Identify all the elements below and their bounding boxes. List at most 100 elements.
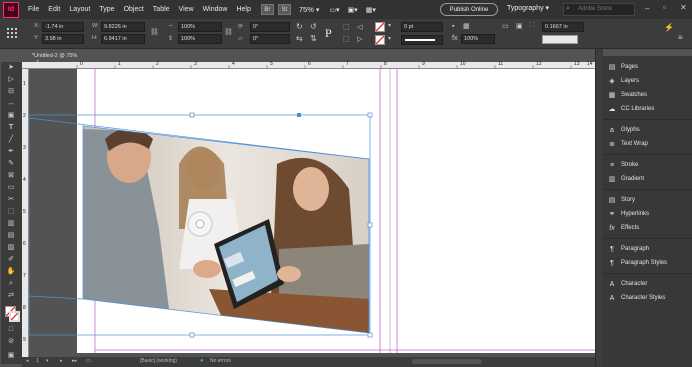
panel-character-styles[interactable]: A Character Styles — [607, 292, 666, 304]
zoom-tool-icon[interactable]: ⌕ — [6, 280, 16, 288]
vertical-ruler[interactable]: 1 2 3 4 5 6 7 8 9 — [22, 69, 29, 357]
panel-stroke[interactable]: ≡ Stroke — [607, 159, 638, 171]
panel-story[interactable]: ▤ Story — [607, 194, 635, 206]
close-icon[interactable]: ✕ — [680, 3, 687, 12]
first-page-icon[interactable]: ◂ — [26, 358, 29, 364]
eyedropper-tool-icon[interactable]: ✐ — [6, 256, 16, 264]
selection-handle[interactable] — [189, 332, 195, 338]
fill-dropdown-icon[interactable]: ▾ — [388, 22, 391, 29]
horizontal-ruler[interactable]: 0 1 2 3 4 5 6 7 8 9 10 11 12 13 14 — [22, 61, 595, 69]
stroke-swatch[interactable] — [375, 35, 385, 45]
menu-view[interactable]: View — [179, 6, 194, 13]
select-next-icon[interactable]: ▷ — [357, 35, 362, 43]
selection-handle[interactable] — [367, 332, 373, 338]
text-wrap-box-icon[interactable]: ▣ — [516, 22, 523, 30]
pen-tool-icon[interactable]: ✒ — [6, 148, 16, 156]
menu-file[interactable]: File — [28, 6, 39, 13]
maximize-icon[interactable]: ▫ — [663, 3, 666, 12]
reference-value-field[interactable]: 0.1667 in — [542, 22, 584, 32]
rectangle-tool-icon[interactable]: ▭ — [6, 184, 16, 192]
publish-online-button[interactable]: Publish Online — [440, 3, 498, 16]
selection-tool-icon[interactable]: ➤ — [6, 64, 16, 72]
free-transform-tool-icon[interactable]: ⬚ — [6, 208, 16, 216]
default-colors-icon[interactable]: ⇄ — [6, 292, 16, 300]
menu-window[interactable]: Window — [203, 6, 228, 13]
open-in-window-icon[interactable]: ▭ — [86, 358, 91, 364]
select-content-icon[interactable]: ⬚ — [343, 35, 350, 43]
select-previous-icon[interactable]: ◁ — [357, 23, 362, 31]
reference-p-icon[interactable]: P — [325, 26, 332, 41]
object-style-icon[interactable]: ▦ — [463, 22, 470, 30]
menu-table[interactable]: Table — [153, 6, 170, 13]
stroke-dropdown-icon[interactable]: ▾ — [388, 35, 391, 42]
auto-fit-icon[interactable]: ⛶ — [530, 22, 535, 30]
effects-fx-icon[interactable]: fx — [452, 35, 457, 42]
zoom-dropdown-icon[interactable]: ▾ — [316, 6, 320, 14]
panel-swatches[interactable]: ▦ Swatches — [607, 89, 647, 101]
gradient-swatch-tool-icon[interactable]: ▥ — [6, 220, 16, 228]
page-number[interactable]: 1 — [36, 358, 39, 364]
stroke-color-icon[interactable] — [9, 311, 20, 322]
type-tool-icon[interactable]: T — [6, 124, 16, 132]
apply-none-icon[interactable]: ⊘ — [6, 338, 16, 346]
page-dropdown-icon[interactable]: ▾ — [46, 358, 49, 364]
document-canvas[interactable] — [29, 69, 595, 353]
constrain-proportions-icon[interactable]: ⛓ — [150, 28, 159, 36]
selection-handle[interactable] — [367, 112, 373, 118]
zoom-level[interactable]: 75% — [299, 5, 314, 14]
screen-mode-tool-icon[interactable]: ▣ — [6, 352, 16, 360]
panel-glyphs[interactable]: a Glyphs — [607, 124, 640, 136]
last-page-icon[interactable]: ▸▸ — [72, 358, 77, 364]
y-field[interactable]: 3.98 in — [42, 34, 84, 44]
content-collector-icon[interactable]: ▣ — [6, 112, 16, 120]
scissors-tool-icon[interactable]: ✂ — [6, 196, 16, 204]
screen-mode-icon[interactable]: ▣▾ — [348, 6, 358, 14]
select-container-icon[interactable]: ⬚ — [343, 23, 350, 31]
gradient-feather-tool-icon[interactable]: ▤ — [6, 232, 16, 240]
preview-swatch[interactable] — [542, 35, 578, 44]
panel-character[interactable]: A Character — [607, 278, 648, 290]
minimize-icon[interactable]: – — [645, 4, 649, 13]
stroke-weight-field[interactable]: 0 pt — [401, 22, 443, 32]
opacity-field[interactable]: 100% — [461, 34, 495, 44]
content-grabber-center[interactable] — [195, 219, 205, 229]
flip-horizontal-icon[interactable]: ⇆ — [296, 34, 303, 43]
horizontal-scrollbar[interactable] — [412, 359, 482, 364]
next-page-icon[interactable]: ▸ — [60, 358, 63, 364]
h-field[interactable]: 6.9417 in — [101, 34, 145, 44]
drop-shadow-icon[interactable]: ▪ — [452, 23, 454, 30]
panel-text-wrap[interactable]: ≣ Text Wrap — [607, 138, 648, 150]
pencil-tool-icon[interactable]: ✎ — [6, 160, 16, 168]
bridge-button[interactable]: Br — [260, 4, 274, 15]
panel-cc-libraries[interactable]: ☁ CC Libraries — [607, 103, 655, 115]
text-wrap-none-icon[interactable]: ▭ — [502, 22, 509, 30]
menu-layout[interactable]: Layout — [69, 6, 90, 13]
gap-tool-icon[interactable]: ↔ — [6, 100, 16, 108]
selection-handle[interactable] — [189, 112, 195, 118]
view-options-icon[interactable]: ▭▾ — [329, 6, 339, 14]
workspace-switcher[interactable]: Typography ▾ — [507, 4, 549, 12]
panel-effects[interactable]: fx Effects — [607, 222, 639, 234]
quick-apply-icon[interactable]: ⚡ — [664, 23, 674, 32]
line-tool-icon[interactable]: ╱ — [6, 136, 16, 144]
preflight-status[interactable]: No errors — [210, 358, 231, 364]
menu-help[interactable]: Help — [236, 6, 250, 13]
panel-pages[interactable]: ▤ Pages — [607, 61, 638, 73]
stroke-type-dropdown[interactable] — [401, 35, 443, 45]
rotate-ccw-icon[interactable]: ↺ — [310, 22, 317, 31]
panel-gradient[interactable]: ▥ Gradient — [607, 173, 644, 185]
panel-paragraph-styles[interactable]: ¶ Paragraph Styles — [607, 257, 667, 269]
selection-handle[interactable] — [367, 222, 373, 228]
flip-vertical-icon[interactable]: ⇅ — [310, 34, 317, 43]
arrange-documents-icon[interactable]: ▦▾ — [366, 6, 376, 14]
w-field[interactable]: 9.8226 in — [101, 22, 145, 32]
constrain-scale-icon[interactable]: ⛓ — [224, 28, 233, 36]
direct-selection-tool-icon[interactable]: ▷ — [6, 76, 16, 84]
preflight-profile[interactable]: [Basic] (working) — [140, 358, 177, 364]
panel-paragraph[interactable]: ¶ Paragraph — [607, 243, 649, 255]
rotate-field[interactable]: 0° — [250, 22, 290, 32]
hand-tool-icon[interactable]: ✋ — [6, 268, 16, 276]
rotate-cw-icon[interactable]: ↻ — [296, 22, 303, 31]
menu-edit[interactable]: Edit — [48, 6, 60, 13]
rectangle-frame-tool-icon[interactable]: ⊠ — [6, 172, 16, 180]
